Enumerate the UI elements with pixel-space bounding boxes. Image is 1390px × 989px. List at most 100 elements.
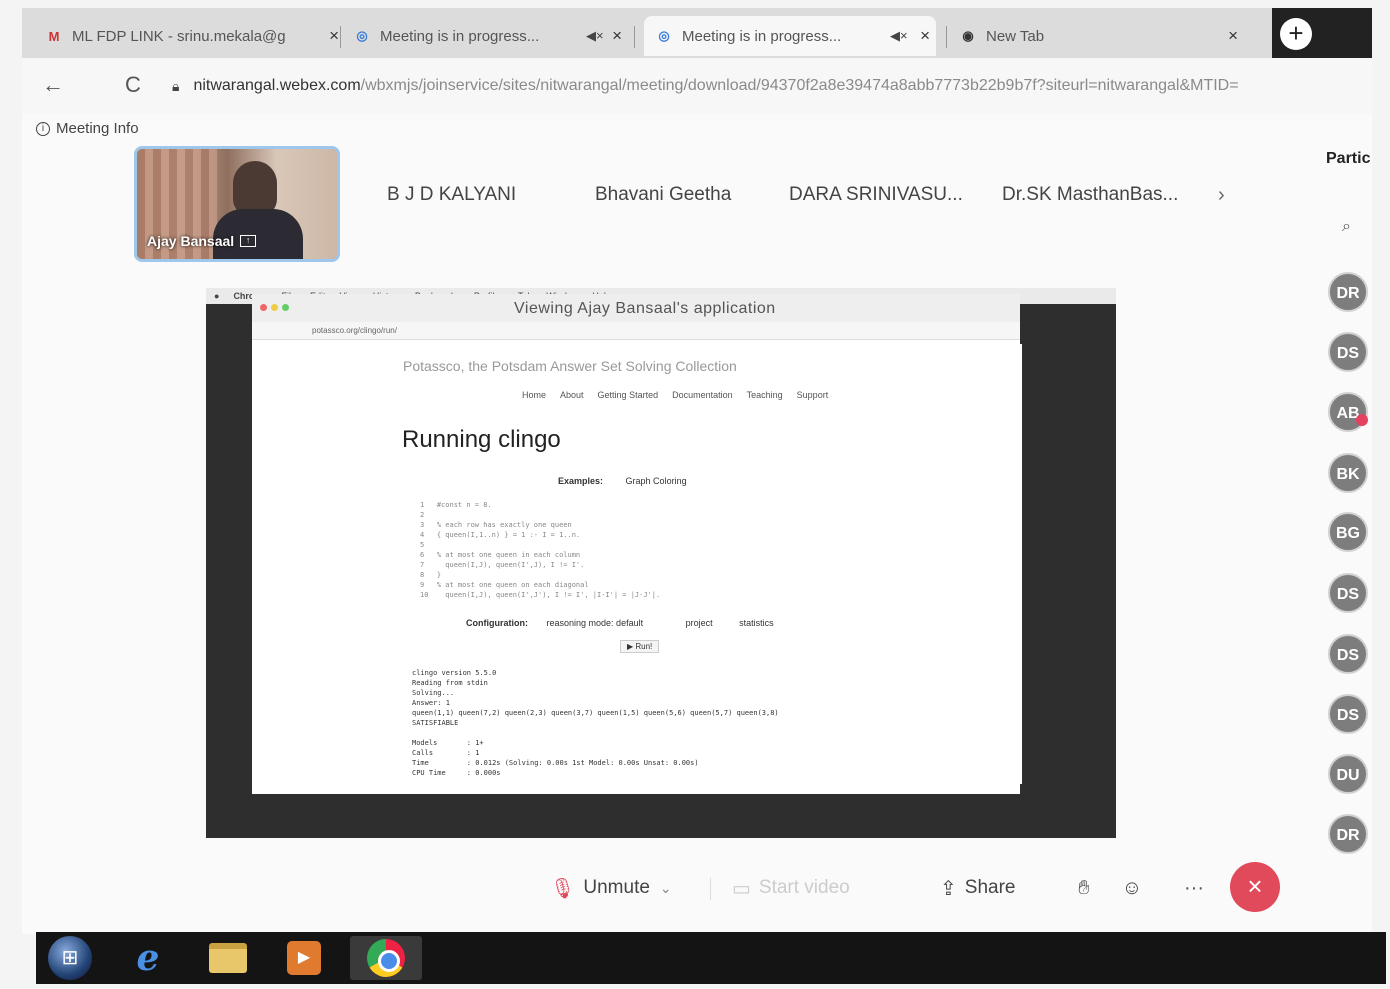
gmail-icon: M <box>48 28 60 44</box>
shared-browser-window: Viewing Ajay Bansaal's application potas… <box>252 294 1022 794</box>
windows-taskbar: ⊞ e ▶ <box>36 932 1386 984</box>
avatar-initials: DR <box>1336 827 1360 844</box>
leave-meeting-button[interactable]: × <box>1230 862 1280 912</box>
avatar-initials: DS <box>1336 345 1360 362</box>
site-nav-item: Support <box>796 390 829 400</box>
unmute-label: Unmute <box>583 877 650 898</box>
new-tab-button[interactable]: + <box>1280 18 1312 50</box>
media-player-button[interactable]: ▶ <box>272 936 336 980</box>
config-mode: reasoning mode: default <box>546 618 644 628</box>
avatar-initials: BG <box>1336 525 1360 542</box>
file-explorer-button[interactable] <box>196 936 260 980</box>
tab-webex-2[interactable]: ◎ Meeting is in progress... ◀× × <box>644 16 936 56</box>
participant-tile-2[interactable]: Bhavani Geetha <box>595 184 731 206</box>
webex-icon: ◎ <box>356 28 368 43</box>
share-screen-icon: ⇪ <box>940 877 957 900</box>
unmute-button[interactable]: 🎙︎ Unmute ⌄ <box>550 868 672 908</box>
config-stats: statistics <box>739 618 774 628</box>
speaker-name-label: Ajay Bansaal ↑ <box>147 233 257 249</box>
start-button[interactable]: ⊞ <box>38 936 102 980</box>
code-editor: 1 #const n = 8. 2 3 % each row has exact… <box>420 501 661 599</box>
site-nav: Home About Getting Started Documentation… <box>522 390 828 400</box>
internet-explorer-button[interactable]: e <box>116 936 180 980</box>
page-heading: Running clingo <box>402 426 561 453</box>
avatar-initials: DS <box>1336 586 1360 603</box>
reactions-icon[interactable]: ☺ <box>1112 868 1152 908</box>
close-icon[interactable]: × <box>920 26 930 46</box>
tab-gmail[interactable]: M ML FDP LINK - srinu.mekala@g × <box>44 16 339 56</box>
tab-title: New Tab <box>986 27 1045 45</box>
active-speaker-video[interactable]: Ajay Bansaal ↑ <box>134 146 340 262</box>
site-nav-item: Home <box>522 390 547 400</box>
meeting-info-label: Meeting Info <box>56 120 139 137</box>
meeting-controls: 🎙︎ Unmute ⌄ ▭ Start video ⇪ Share ✋︎ ☺ ·… <box>22 858 1372 918</box>
share-button[interactable]: ⇪ Share <box>940 868 1015 908</box>
participant-tile-3[interactable]: DARA SRINIVASU... <box>789 184 963 206</box>
site-nav-item: Documentation <box>672 390 733 400</box>
raise-hand-icon[interactable]: ✋︎ <box>1064 868 1104 908</box>
site-nav-item: About <box>560 390 584 400</box>
tab-new-tab[interactable]: ◉ New Tab × <box>958 16 1238 56</box>
examples-row: Examples: Graph Coloring <box>558 476 687 486</box>
participant-avatar[interactable]: DS <box>1328 634 1368 674</box>
internet-explorer-icon: e <box>136 937 160 979</box>
site-nav-item: Getting Started <box>597 390 659 400</box>
chrome-icon: ◉ <box>962 28 974 43</box>
tab-divider <box>340 26 341 48</box>
site-title: Potassco, the Potsdam Answer Set Solving… <box>403 358 737 374</box>
participant-avatar[interactable]: DU <box>1328 754 1368 794</box>
chrome-taskbar-button[interactable] <box>350 936 422 980</box>
reload-icon[interactable]: C <box>118 72 148 98</box>
shared-screen[interactable]: ● Chrome File Edit View History Bookmark… <box>206 288 1116 838</box>
config-label: Configuration: <box>466 618 528 628</box>
address-bar[interactable]: 🔒︎ nitwarangal.webex.com/wbxmjs/joinserv… <box>172 70 1372 102</box>
participant-avatar[interactable]: BG <box>1328 512 1368 552</box>
participant-avatar[interactable]: BK <box>1328 453 1368 493</box>
folder-icon <box>209 943 247 973</box>
search-icon[interactable]: ⌕ <box>1342 218 1351 236</box>
participant-avatar[interactable]: DS <box>1328 332 1368 372</box>
site-nav-item: Teaching <box>746 390 783 400</box>
speaker-name: Ajay Bansaal <box>147 233 235 249</box>
avatar-initials: BK <box>1336 466 1360 483</box>
speaker-mute-icon[interactable]: ◀× <box>890 28 908 44</box>
participant-avatar[interactable]: DS <box>1328 573 1368 613</box>
close-icon[interactable]: × <box>612 26 622 46</box>
windows-start-icon: ⊞ <box>48 936 92 980</box>
chevron-right-icon[interactable]: › <box>1218 184 1225 207</box>
more-options-icon[interactable]: ··· <box>1174 868 1214 908</box>
participant-avatar[interactable]: DS <box>1328 694 1368 734</box>
configuration-row: Configuration: reasoning mode: default p… <box>466 618 774 628</box>
share-label: Share <box>964 877 1016 898</box>
webex-icon: ◎ <box>658 28 670 43</box>
info-icon: i <box>36 121 50 136</box>
close-icon[interactable]: × <box>1228 26 1238 46</box>
new-tab-area: + <box>1272 8 1372 58</box>
tab-divider <box>634 26 635 48</box>
chevron-down-icon[interactable]: ⌄ <box>660 880 672 897</box>
solver-output: clingo version 5.5.0 Reading from stdin … <box>412 669 779 777</box>
participant-avatar[interactable]: AB <box>1328 392 1368 432</box>
lock-icon: 🔒︎ <box>172 77 180 94</box>
participant-avatar[interactable]: DR <box>1328 814 1368 854</box>
examples-value: Graph Coloring <box>625 476 687 486</box>
tab-title: ML FDP LINK - srinu.mekala@g <box>72 27 286 45</box>
share-indicator-icon: ↑ <box>240 235 257 247</box>
participant-tile-1[interactable]: B J D KALYANI <box>387 184 516 206</box>
apple-icon: ● <box>214 291 220 301</box>
video-off-icon: ▭ <box>732 877 751 900</box>
participant-tile-4[interactable]: Dr.SK MasthanBas... <box>1002 184 1178 206</box>
tab-title: Meeting is in progress... <box>682 27 842 45</box>
participants-panel-title: Partic <box>1326 150 1371 167</box>
start-video-button[interactable]: ▭ Start video <box>732 868 850 908</box>
meeting-info-link[interactable]: i Meeting Info <box>36 120 139 137</box>
tab-title: Meeting is in progress... <box>380 27 540 45</box>
close-icon[interactable]: × <box>329 26 339 46</box>
divider <box>710 878 711 900</box>
run-button: ▶ Run! <box>620 640 660 653</box>
back-arrow-icon[interactable]: ← <box>38 72 68 98</box>
tab-webex-1[interactable]: ◎ Meeting is in progress... ◀× × <box>352 16 622 56</box>
speaker-mute-icon[interactable]: ◀× <box>586 28 604 44</box>
participant-avatar[interactable]: DR <box>1328 272 1368 312</box>
window-controls <box>260 304 289 311</box>
